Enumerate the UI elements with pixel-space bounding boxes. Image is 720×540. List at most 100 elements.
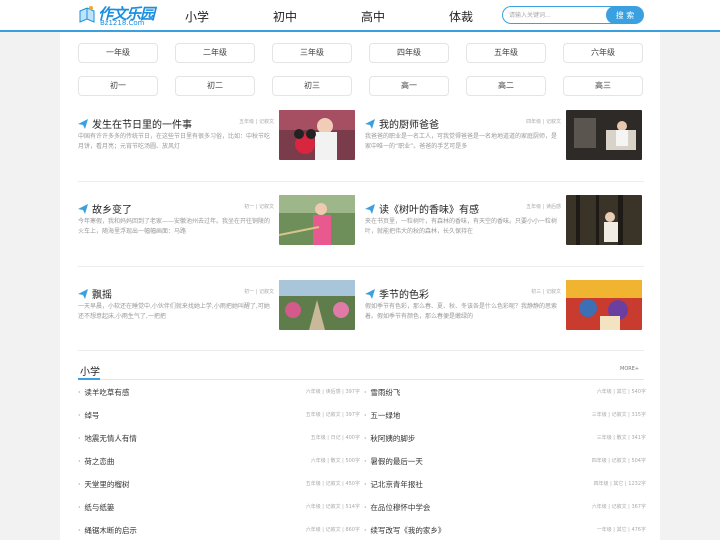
card-meta: 初一 | 记叙文 bbox=[244, 204, 274, 210]
section-divider bbox=[78, 379, 644, 380]
list-item-title[interactable]: 记北京青年报社 bbox=[364, 479, 423, 490]
grade-junior-2[interactable]: 初二 bbox=[175, 76, 255, 96]
card-thumbnail[interactable] bbox=[566, 110, 642, 160]
list-item-meta: 五年级 | 记叙文 | 450字 bbox=[305, 481, 360, 487]
card-title[interactable]: 我的厨师爸爸 bbox=[365, 116, 439, 131]
list-item-title[interactable]: 续写改写《我的家乡》 bbox=[364, 525, 445, 536]
girl-outdoor-photo-image bbox=[279, 195, 355, 245]
list-item-meta: 四年级 | 其它 | 1232字 bbox=[593, 481, 646, 487]
paper-plane-icon bbox=[365, 204, 375, 214]
list-item-meta: 一年级 | 其它 | 476字 bbox=[596, 527, 646, 533]
list-item[interactable]: 五一绿地 三年级 | 记叙文 | 315字 bbox=[364, 410, 646, 424]
divider bbox=[78, 181, 644, 182]
article-card[interactable]: 飘摇 初一 | 记叙文 一天早晨，小软还在睡觉中,小伙伴们就来找她上学,小雨把她… bbox=[78, 280, 356, 348]
header: 作文乐园 Bz1218.Com 小学 初中 高中 体裁 搜 索 bbox=[0, 0, 720, 32]
nav-senior[interactable]: 高中 bbox=[361, 8, 385, 25]
article-card[interactable]: 季节的色彩 初三 | 记叙文 假如季节有色彩，那么春、夏、秋、冬该各是什么色彩呢… bbox=[365, 280, 643, 348]
list-item[interactable]: 雪雨纷飞 六年级 | 其它 | 540字 bbox=[364, 387, 646, 401]
divider bbox=[78, 350, 644, 351]
grade-2[interactable]: 二年级 bbox=[175, 43, 255, 63]
list-item-title[interactable]: 五一绿地 bbox=[364, 410, 400, 421]
card-title[interactable]: 读《树叶的香味》有感 bbox=[365, 201, 479, 216]
list-item[interactable]: 秋阿姨的脚步 三年级 | 散文 | 341字 bbox=[364, 433, 646, 447]
logo-book-icon bbox=[79, 6, 95, 23]
list-item[interactable]: 绳锯木断的启示 六年级 | 记叙文 | 860字 bbox=[78, 525, 360, 539]
list-item[interactable]: 读羊吃草有感 六年级 | 读后感 | 397字 bbox=[78, 387, 360, 401]
card-meta: 初三 | 记叙文 bbox=[531, 289, 561, 295]
list-item-meta: 四年级 | 记叙文 | 504字 bbox=[591, 458, 646, 464]
card-meta: 初一 | 记叙文 bbox=[244, 289, 274, 295]
site-logo[interactable]: 作文乐园 Bz1218.Com bbox=[78, 3, 158, 29]
paper-plane-icon bbox=[78, 289, 88, 299]
card-title[interactable]: 季节的色彩 bbox=[365, 286, 429, 301]
list-item[interactable]: 纸与纸篓 六年级 | 记叙文 | 514字 bbox=[78, 502, 360, 516]
list-item-meta: 六年级 | 记叙文 | 514字 bbox=[305, 504, 360, 510]
list-item-title[interactable]: 暑假的最后一天 bbox=[364, 456, 423, 467]
card-meta: 五年级 | 读后感 bbox=[526, 204, 561, 210]
list-item[interactable]: 在品位穆怀中学会 六年级 | 记叙文 | 367字 bbox=[364, 502, 646, 516]
list-item-title[interactable]: 绳锯木断的启示 bbox=[78, 525, 137, 536]
list-item[interactable]: 地震无情人有情 五年级 | 日记 | 400字 bbox=[78, 433, 360, 447]
grade-4[interactable]: 四年级 bbox=[369, 43, 449, 63]
grade-senior-1[interactable]: 高一 bbox=[369, 76, 449, 96]
list-item-meta: 六年级 | 散文 | 500字 bbox=[310, 458, 360, 464]
divider bbox=[78, 266, 644, 267]
grade-3[interactable]: 三年级 bbox=[272, 43, 352, 63]
list-item[interactable]: 暑假的最后一天 四年级 | 记叙文 | 504字 bbox=[364, 456, 646, 470]
list-item-title[interactable]: 天堂里的榴树 bbox=[78, 479, 129, 490]
paper-plane-icon bbox=[78, 119, 88, 129]
list-item-title[interactable]: 在品位穆怀中学会 bbox=[364, 502, 430, 513]
grade-senior-2[interactable]: 高二 bbox=[466, 76, 546, 96]
card-thumbnail[interactable] bbox=[566, 195, 642, 245]
article-card[interactable]: 我的厨师爸爸 四年级 | 记叙文 我爸爸的职业是一名工人，可我觉得爸爸是一名地地… bbox=[365, 110, 643, 178]
girl-photo-image bbox=[279, 110, 355, 160]
list-item-title[interactable]: 秋阿姨的脚步 bbox=[364, 433, 415, 444]
list-item[interactable]: 荷之恋曲 六年级 | 散文 | 500字 bbox=[78, 456, 360, 470]
list-item[interactable]: 续写改写《我的家乡》 一年级 | 其它 | 476字 bbox=[364, 525, 646, 539]
list-item-meta: 五年级 | 记叙文 | 397字 bbox=[305, 412, 360, 418]
paper-plane-icon bbox=[78, 204, 88, 214]
paper-plane-icon bbox=[365, 289, 375, 299]
list-item-title[interactable]: 雪雨纷飞 bbox=[364, 387, 400, 398]
section-title: 小学 bbox=[80, 367, 100, 378]
card-meta: 五年级 | 记叙文 bbox=[239, 119, 274, 125]
search-box: 搜 索 bbox=[502, 6, 644, 24]
card-thumbnail[interactable] bbox=[279, 195, 355, 245]
search-button[interactable]: 搜 索 bbox=[606, 6, 644, 24]
card-summary: 中国有许许多多的传统节日，在这些节日里有很多习俗，比如：中秋节吃月饼，看月亮；元… bbox=[78, 133, 271, 150]
search-input[interactable] bbox=[509, 9, 603, 21]
grade-5[interactable]: 五年级 bbox=[466, 43, 546, 63]
list-item-title[interactable]: 读羊吃草有感 bbox=[78, 387, 129, 398]
list-item-title[interactable]: 绰号 bbox=[78, 410, 99, 421]
list-item-meta: 三年级 | 散文 | 341字 bbox=[596, 435, 646, 441]
list-item-title[interactable]: 纸与纸篓 bbox=[78, 502, 114, 513]
card-summary: 我爸爸的职业是一名工人，可我觉得爸爸是一名地地道道的家庭厨师，是家中唯一的“职业… bbox=[365, 133, 558, 150]
garden-photo-image bbox=[279, 280, 355, 330]
nav-genre[interactable]: 体裁 bbox=[449, 8, 473, 25]
card-title[interactable]: 故乡变了 bbox=[78, 201, 132, 216]
card-thumbnail[interactable] bbox=[279, 280, 355, 330]
nav-junior[interactable]: 初中 bbox=[273, 8, 297, 25]
grade-6[interactable]: 六年级 bbox=[563, 43, 643, 63]
card-thumbnail[interactable] bbox=[566, 280, 642, 330]
grade-junior-3[interactable]: 初三 bbox=[272, 76, 352, 96]
list-item[interactable]: 记北京青年报社 四年级 | 其它 | 1232字 bbox=[364, 479, 646, 493]
grade-1[interactable]: 一年级 bbox=[78, 43, 158, 63]
list-item[interactable]: 绰号 五年级 | 记叙文 | 397字 bbox=[78, 410, 360, 424]
card-title[interactable]: 发生在节日里的一件事 bbox=[78, 116, 192, 131]
card-title[interactable]: 飘摇 bbox=[78, 286, 112, 301]
nav-primary[interactable]: 小学 bbox=[185, 8, 209, 25]
more-link[interactable]: MORE+ bbox=[620, 366, 639, 372]
grade-senior-3[interactable]: 高三 bbox=[563, 76, 643, 96]
card-thumbnail[interactable] bbox=[279, 110, 355, 160]
article-card[interactable]: 故乡变了 初一 | 记叙文 今年寒假，我和妈妈回到了老家——安徽池州去过年。我坐… bbox=[78, 195, 356, 263]
article-card[interactable]: 读《树叶的香味》有感 五年级 | 读后感 夹在书页里，一粒树叶，有森林的香味，有… bbox=[365, 195, 643, 263]
card-meta: 四年级 | 记叙文 bbox=[526, 119, 561, 125]
list-item-title[interactable]: 荷之恋曲 bbox=[78, 456, 114, 467]
painting-photo-image bbox=[566, 280, 642, 330]
list-item-title[interactable]: 地震无情人有情 bbox=[78, 433, 137, 444]
article-card[interactable]: 发生在节日里的一件事 五年级 | 记叙文 中国有许许多多的传统节日，在这些节日里… bbox=[78, 110, 356, 178]
list-item-meta: 六年级 | 读后感 | 397字 bbox=[305, 389, 360, 395]
grade-junior-1[interactable]: 初一 bbox=[78, 76, 158, 96]
list-item[interactable]: 天堂里的榴树 五年级 | 记叙文 | 450字 bbox=[78, 479, 360, 493]
